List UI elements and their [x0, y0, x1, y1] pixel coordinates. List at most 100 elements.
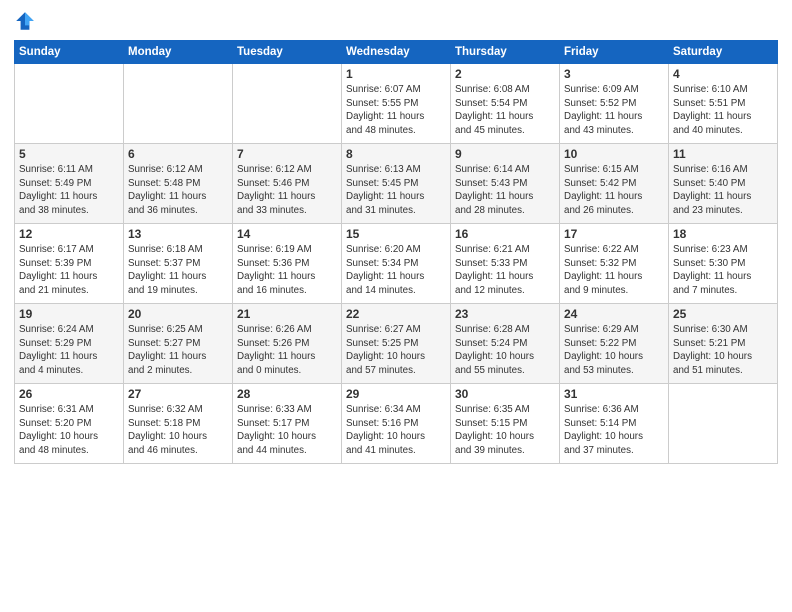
day-number: 29 [346, 387, 446, 401]
day-number: 3 [564, 67, 664, 81]
day-number: 7 [237, 147, 337, 161]
calendar-cell: 20 Sunrise: 6:25 AM Sunset: 5:27 PM Dayli… [124, 304, 233, 384]
day-number: 14 [237, 227, 337, 241]
day-info: Sunrise: 6:18 AM Sunset: 5:37 PM Dayligh… [128, 243, 228, 298]
day-info: Sunrise: 6:17 AM Sunset: 5:39 PM Dayligh… [19, 243, 119, 298]
weekday-wednesday: Wednesday [342, 41, 451, 64]
day-number: 13 [128, 227, 228, 241]
day-info: Sunrise: 6:36 AM Sunset: 5:14 PM Dayligh… [564, 403, 664, 458]
day-info: Sunrise: 6:22 AM Sunset: 5:32 PM Dayligh… [564, 243, 664, 298]
day-number: 4 [673, 67, 773, 81]
day-info: Sunrise: 6:10 AM Sunset: 5:51 PM Dayligh… [673, 83, 773, 138]
day-info: Sunrise: 6:24 AM Sunset: 5:29 PM Dayligh… [19, 323, 119, 378]
calendar-cell: 3 Sunrise: 6:09 AM Sunset: 5:52 PM Daylig… [560, 64, 669, 144]
day-number: 5 [19, 147, 119, 161]
logo-icon [14, 10, 36, 32]
day-info: Sunrise: 6:29 AM Sunset: 5:22 PM Dayligh… [564, 323, 664, 378]
day-number: 31 [564, 387, 664, 401]
calendar-cell: 26Sunrise: 6:31 AM Sunset: 5:20 PM Dayli… [15, 384, 124, 464]
day-info: Sunrise: 6:33 AM Sunset: 5:17 PM Dayligh… [237, 403, 337, 458]
calendar-cell: 27 Sunrise: 6:32 AM Sunset: 5:18 PM Dayli… [124, 384, 233, 464]
day-info: Sunrise: 6:14 AM Sunset: 5:43 PM Dayligh… [455, 163, 555, 218]
calendar-cell: 17 Sunrise: 6:22 AM Sunset: 5:32 PM Dayli… [560, 224, 669, 304]
day-info: Sunrise: 6:09 AM Sunset: 5:52 PM Dayligh… [564, 83, 664, 138]
day-number: 28 [237, 387, 337, 401]
calendar-cell: 25 Sunrise: 6:30 AM Sunset: 5:21 PM Dayli… [669, 304, 778, 384]
calendar-cell: 6 Sunrise: 6:12 AM Sunset: 5:48 PM Daylig… [124, 144, 233, 224]
weekday-thursday: Thursday [451, 41, 560, 64]
calendar-cell: 8 Sunrise: 6:13 AM Sunset: 5:45 PM Daylig… [342, 144, 451, 224]
calendar-week-2: 12 Sunrise: 6:17 AM Sunset: 5:39 PM Dayli… [15, 224, 778, 304]
day-info: Sunrise: 6:28 AM Sunset: 5:24 PM Dayligh… [455, 323, 555, 378]
day-number: 9 [455, 147, 555, 161]
header [14, 10, 778, 32]
day-info: Sunrise: 6:20 AM Sunset: 5:34 PM Dayligh… [346, 243, 446, 298]
day-info: Sunrise: 6:35 AM Sunset: 5:15 PM Dayligh… [455, 403, 555, 458]
day-info: Sunrise: 6:15 AM Sunset: 5:42 PM Dayligh… [564, 163, 664, 218]
calendar-cell: 1Sunrise: 6:07 AM Sunset: 5:55 PM Daylig… [342, 64, 451, 144]
day-info: Sunrise: 6:30 AM Sunset: 5:21 PM Dayligh… [673, 323, 773, 378]
day-number: 24 [564, 307, 664, 321]
calendar-cell: 18Sunrise: 6:23 AM Sunset: 5:30 PM Dayli… [669, 224, 778, 304]
calendar-cell: 16 Sunrise: 6:21 AM Sunset: 5:33 PM Dayli… [451, 224, 560, 304]
calendar-cell: 12 Sunrise: 6:17 AM Sunset: 5:39 PM Dayli… [15, 224, 124, 304]
calendar-cell: 23 Sunrise: 6:28 AM Sunset: 5:24 PM Dayli… [451, 304, 560, 384]
calendar-cell: 28 Sunrise: 6:33 AM Sunset: 5:17 PM Dayli… [233, 384, 342, 464]
day-number: 27 [128, 387, 228, 401]
calendar-cell: 22 Sunrise: 6:27 AM Sunset: 5:25 PM Dayli… [342, 304, 451, 384]
day-info: Sunrise: 6:13 AM Sunset: 5:45 PM Dayligh… [346, 163, 446, 218]
calendar-cell: 30 Sunrise: 6:35 AM Sunset: 5:15 PM Dayli… [451, 384, 560, 464]
day-number: 6 [128, 147, 228, 161]
calendar-cell: 19 Sunrise: 6:24 AM Sunset: 5:29 PM Dayli… [15, 304, 124, 384]
calendar-week-3: 19 Sunrise: 6:24 AM Sunset: 5:29 PM Dayli… [15, 304, 778, 384]
calendar-cell: 11 Sunrise: 6:16 AM Sunset: 5:40 PM Dayli… [669, 144, 778, 224]
calendar-cell: 21Sunrise: 6:26 AM Sunset: 5:26 PM Dayli… [233, 304, 342, 384]
calendar-cell: 31 Sunrise: 6:36 AM Sunset: 5:14 PM Dayli… [560, 384, 669, 464]
day-number: 19 [19, 307, 119, 321]
day-number: 1 [346, 67, 446, 81]
day-info: Sunrise: 6:11 AM Sunset: 5:49 PM Dayligh… [19, 163, 119, 218]
calendar-cell: 7 Sunrise: 6:12 AM Sunset: 5:46 PM Daylig… [233, 144, 342, 224]
weekday-sunday: Sunday [15, 41, 124, 64]
calendar-cell: 5 Sunrise: 6:11 AM Sunset: 5:49 PM Daylig… [15, 144, 124, 224]
day-number: 17 [564, 227, 664, 241]
weekday-tuesday: Tuesday [233, 41, 342, 64]
calendar-cell: 15 Sunrise: 6:20 AM Sunset: 5:34 PM Dayli… [342, 224, 451, 304]
calendar-cell: 9 Sunrise: 6:14 AM Sunset: 5:43 PM Daylig… [451, 144, 560, 224]
calendar-cell [124, 64, 233, 144]
day-number: 23 [455, 307, 555, 321]
day-info: Sunrise: 6:12 AM Sunset: 5:46 PM Dayligh… [237, 163, 337, 218]
calendar-week-1: 5 Sunrise: 6:11 AM Sunset: 5:49 PM Daylig… [15, 144, 778, 224]
day-info: Sunrise: 6:25 AM Sunset: 5:27 PM Dayligh… [128, 323, 228, 378]
day-info: Sunrise: 6:19 AM Sunset: 5:36 PM Dayligh… [237, 243, 337, 298]
calendar-cell: 29 Sunrise: 6:34 AM Sunset: 5:16 PM Dayli… [342, 384, 451, 464]
calendar-cell [669, 384, 778, 464]
day-info: Sunrise: 6:12 AM Sunset: 5:48 PM Dayligh… [128, 163, 228, 218]
day-number: 11 [673, 147, 773, 161]
calendar-cell: 10Sunrise: 6:15 AM Sunset: 5:42 PM Dayli… [560, 144, 669, 224]
day-info: Sunrise: 6:27 AM Sunset: 5:25 PM Dayligh… [346, 323, 446, 378]
day-info: Sunrise: 6:16 AM Sunset: 5:40 PM Dayligh… [673, 163, 773, 218]
day-number: 12 [19, 227, 119, 241]
weekday-monday: Monday [124, 41, 233, 64]
day-number: 25 [673, 307, 773, 321]
day-number: 16 [455, 227, 555, 241]
calendar-cell: 24 Sunrise: 6:29 AM Sunset: 5:22 PM Dayli… [560, 304, 669, 384]
calendar-cell: 2Sunrise: 6:08 AM Sunset: 5:54 PM Daylig… [451, 64, 560, 144]
calendar-week-0: 1Sunrise: 6:07 AM Sunset: 5:55 PM Daylig… [15, 64, 778, 144]
logo [14, 10, 38, 32]
day-number: 8 [346, 147, 446, 161]
day-number: 18 [673, 227, 773, 241]
weekday-header-row: SundayMondayTuesdayWednesdayThursdayFrid… [15, 41, 778, 64]
day-number: 15 [346, 227, 446, 241]
day-info: Sunrise: 6:21 AM Sunset: 5:33 PM Dayligh… [455, 243, 555, 298]
day-number: 20 [128, 307, 228, 321]
calendar-cell: 4 Sunrise: 6:10 AM Sunset: 5:51 PM Daylig… [669, 64, 778, 144]
weekday-saturday: Saturday [669, 41, 778, 64]
day-info: Sunrise: 6:32 AM Sunset: 5:18 PM Dayligh… [128, 403, 228, 458]
day-info: Sunrise: 6:34 AM Sunset: 5:16 PM Dayligh… [346, 403, 446, 458]
day-number: 22 [346, 307, 446, 321]
calendar-cell [15, 64, 124, 144]
day-number: 30 [455, 387, 555, 401]
page: SundayMondayTuesdayWednesdayThursdayFrid… [0, 0, 792, 612]
